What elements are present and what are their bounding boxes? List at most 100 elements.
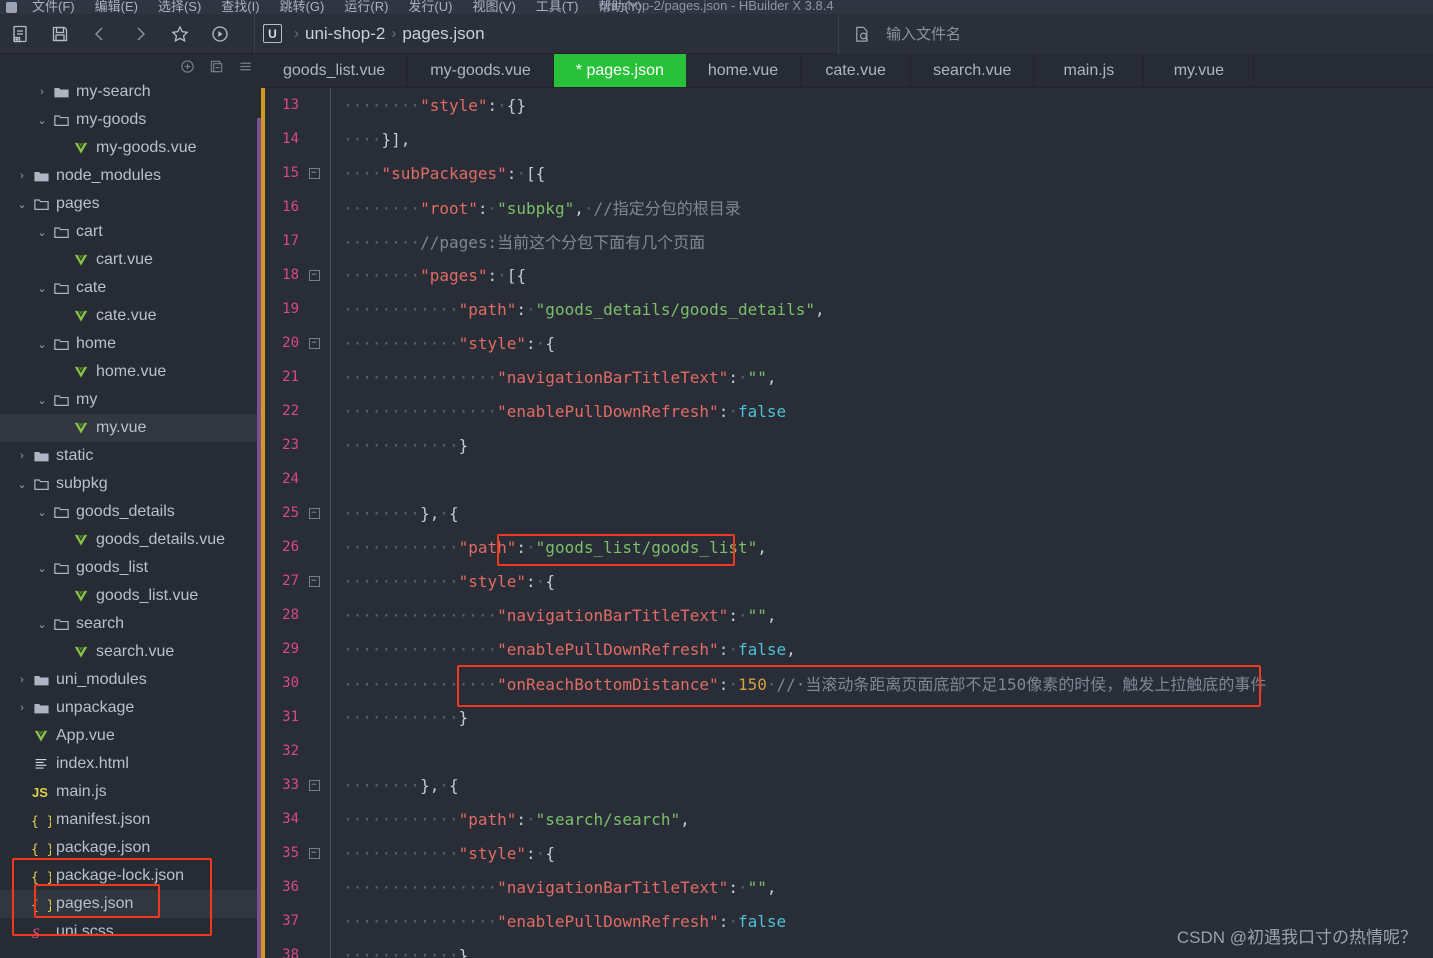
code-line[interactable]: 35− ············"style":·{	[265, 836, 1433, 870]
code-line[interactable]: 16 ········"root":·"subpkg",·//指定分包的根目录	[265, 190, 1433, 224]
tree-item-my-search[interactable]: › my-search	[0, 78, 261, 106]
code-text[interactable]: ········},·{	[337, 776, 459, 795]
fold-toggle-icon[interactable]: −	[305, 779, 323, 791]
code-text[interactable]: ····}],	[337, 130, 410, 149]
tab-cate-vue[interactable]: cate.vue	[801, 54, 912, 87]
code-text[interactable]: ········"style":·{}	[337, 96, 526, 115]
chevron-down-icon[interactable]: ⌄	[34, 282, 50, 295]
tree-item-index-html[interactable]: index.html	[0, 750, 261, 778]
code-line[interactable]: 15− ····"subPackages":·[{	[265, 156, 1433, 190]
file-search-box[interactable]	[838, 14, 1433, 54]
editor-tab-bar[interactable]: goods_list.vue my-goods.vue * pages.json ho…	[261, 54, 1433, 88]
tree-item-app-vue[interactable]: App.vue	[0, 722, 261, 750]
code-line[interactable]: 17 ········//pages:当前这个分包下面有几个页面	[265, 224, 1433, 258]
tree-item-home[interactable]: ⌄ home	[0, 330, 261, 358]
breadcrumb-project[interactable]: uni-shop-2	[305, 24, 385, 44]
tree-item-search-vue[interactable]: search.vue	[0, 638, 261, 666]
code-text[interactable]: ········"root":·"subpkg",·//指定分包的根目录	[337, 195, 741, 219]
code-text[interactable]: ················"navigationBarTitleText"…	[337, 606, 777, 625]
menu-item-5[interactable]: 运行(R)	[334, 0, 398, 14]
menu-item-8[interactable]: 工具(T)	[526, 0, 589, 14]
tree-item-uni-scss[interactable]: Suni.scss	[0, 918, 261, 946]
code-line[interactable]: 21 ················"navigationBarTitleTex…	[265, 360, 1433, 394]
chevron-right-icon[interactable]: ›	[34, 86, 50, 98]
code-line[interactable]: 24	[265, 462, 1433, 496]
code-text[interactable]: ················"onReachBottomDistance":…	[337, 671, 1266, 695]
chevron-down-icon[interactable]: ⌄	[14, 198, 30, 211]
code-content[interactable]: 13 ········"style":·{} 14 ····}], 15− ····"su…	[265, 88, 1433, 958]
code-text[interactable]: ················"enablePullDownRefresh":…	[337, 912, 786, 931]
file-search-input[interactable]	[886, 25, 1366, 43]
menu-icon[interactable]	[238, 59, 253, 74]
menu-item-9[interactable]: 帮助(Y)	[588, 0, 651, 14]
chevron-down-icon[interactable]: ⌄	[34, 338, 50, 351]
code-text[interactable]: ············"style":·{	[337, 572, 555, 591]
chevron-down-icon[interactable]: ⌄	[14, 478, 30, 491]
tab-my-goods-vue[interactable]: my-goods.vue	[408, 54, 554, 87]
code-line[interactable]: 33− ········},·{	[265, 768, 1433, 802]
code-line[interactable]: 20− ············"style":·{	[265, 326, 1433, 360]
code-text[interactable]: ················"enablePullDownRefresh":…	[337, 640, 796, 659]
back-icon[interactable]	[80, 14, 120, 54]
tree-item-package-lock-json[interactable]: { } package-lock.json	[0, 862, 261, 890]
tree-item-my-goods-vue[interactable]: my-goods.vue	[0, 134, 261, 162]
menu-item-7[interactable]: 视图(V)	[462, 0, 525, 14]
code-text[interactable]: ····"subPackages":·[{	[337, 164, 545, 183]
tab-main-js[interactable]: main.js	[1034, 54, 1145, 87]
tab-search-vue[interactable]: search.vue	[911, 54, 1035, 87]
code-line[interactable]: 22 ················"enablePullDownRefresh…	[265, 394, 1433, 428]
code-text[interactable]: ················"enablePullDownRefresh":…	[337, 402, 786, 421]
run-icon[interactable]	[200, 14, 240, 54]
code-text[interactable]: ············"path":·"search/search",	[337, 810, 690, 829]
chevron-right-icon[interactable]: ›	[14, 702, 30, 714]
chevron-right-icon[interactable]: ›	[14, 170, 30, 182]
code-text[interactable]: ············}	[337, 708, 468, 727]
menu-item-3[interactable]: 查找(I)	[211, 0, 269, 14]
star-icon[interactable]	[160, 14, 200, 54]
menu-item-2[interactable]: 选择(S)	[148, 0, 211, 14]
tab-home-vue[interactable]: home.vue	[686, 54, 802, 87]
chevron-right-icon[interactable]: ›	[14, 450, 30, 462]
code-line[interactable]: 14 ····}],	[265, 122, 1433, 156]
tree-item-pages[interactable]: ⌄ pages	[0, 190, 261, 218]
breadcrumb-file[interactable]: pages.json	[402, 24, 484, 44]
code-text[interactable]: ················"navigationBarTitleText"…	[337, 878, 777, 897]
chevron-down-icon[interactable]: ⌄	[34, 562, 50, 575]
fold-toggle-icon[interactable]: −	[305, 269, 323, 281]
code-line[interactable]: 30 ················"onReachBottomDistance…	[265, 666, 1433, 700]
fold-toggle-icon[interactable]: −	[305, 507, 323, 519]
fold-toggle-icon[interactable]: −	[305, 847, 323, 859]
code-line[interactable]: 25− ········},·{	[265, 496, 1433, 530]
fold-toggle-icon[interactable]: −	[305, 575, 323, 587]
tree-item-manifest-json[interactable]: { } manifest.json	[0, 806, 261, 834]
fold-toggle-icon[interactable]: −	[305, 337, 323, 349]
code-text[interactable]: ················"navigationBarTitleText"…	[337, 368, 777, 387]
tree-item-unpackage[interactable]: › unpackage	[0, 694, 261, 722]
chevron-down-icon[interactable]: ⌄	[34, 226, 50, 239]
tree-item-my[interactable]: ⌄ my	[0, 386, 261, 414]
code-line[interactable]: 29 ················"enablePullDownRefresh…	[265, 632, 1433, 666]
code-line[interactable]: 19 ············"path":·"goods_details/goo…	[265, 292, 1433, 326]
tree-item-home-vue[interactable]: home.vue	[0, 358, 261, 386]
code-editor[interactable]: 13 ········"style":·{} 14 ····}], 15− ····"su…	[261, 88, 1433, 958]
code-line[interactable]: 13 ········"style":·{}	[265, 88, 1433, 122]
tree-item-cart[interactable]: ⌄ cart	[0, 218, 261, 246]
code-line[interactable]: 36 ················"navigationBarTitleTex…	[265, 870, 1433, 904]
menu-item-1[interactable]: 编辑(E)	[85, 0, 148, 14]
chevron-right-icon[interactable]: ›	[14, 674, 30, 686]
tree-item-search[interactable]: ⌄ search	[0, 610, 261, 638]
menu-item-4[interactable]: 跳转(G)	[270, 0, 335, 14]
code-text[interactable]: ············"style":·{	[337, 334, 555, 353]
chevron-down-icon[interactable]: ⌄	[34, 618, 50, 631]
menu-item-6[interactable]: 发行(U)	[398, 0, 462, 14]
tree-item-goods-list[interactable]: ⌄ goods_list	[0, 554, 261, 582]
tree-item-uni-modules[interactable]: › uni_modules	[0, 666, 261, 694]
code-line[interactable]: 26 ············"path":·"goods_list/goods_…	[265, 530, 1433, 564]
tab-pages-json[interactable]: * pages.json	[553, 54, 686, 87]
code-text[interactable]: ············"style":·{	[337, 844, 555, 863]
code-line[interactable]: 32	[265, 734, 1433, 768]
code-line[interactable]: 18− ········"pages":·[{	[265, 258, 1433, 292]
menu-bar[interactable]: 文件(F) 编辑(E) 选择(S) 查找(I) 跳转(G) 运行(R) 发行(U) 视图(V)…	[22, 0, 652, 14]
chevron-down-icon[interactable]: ⌄	[34, 506, 50, 519]
code-line[interactable]: 23 ············}	[265, 428, 1433, 462]
